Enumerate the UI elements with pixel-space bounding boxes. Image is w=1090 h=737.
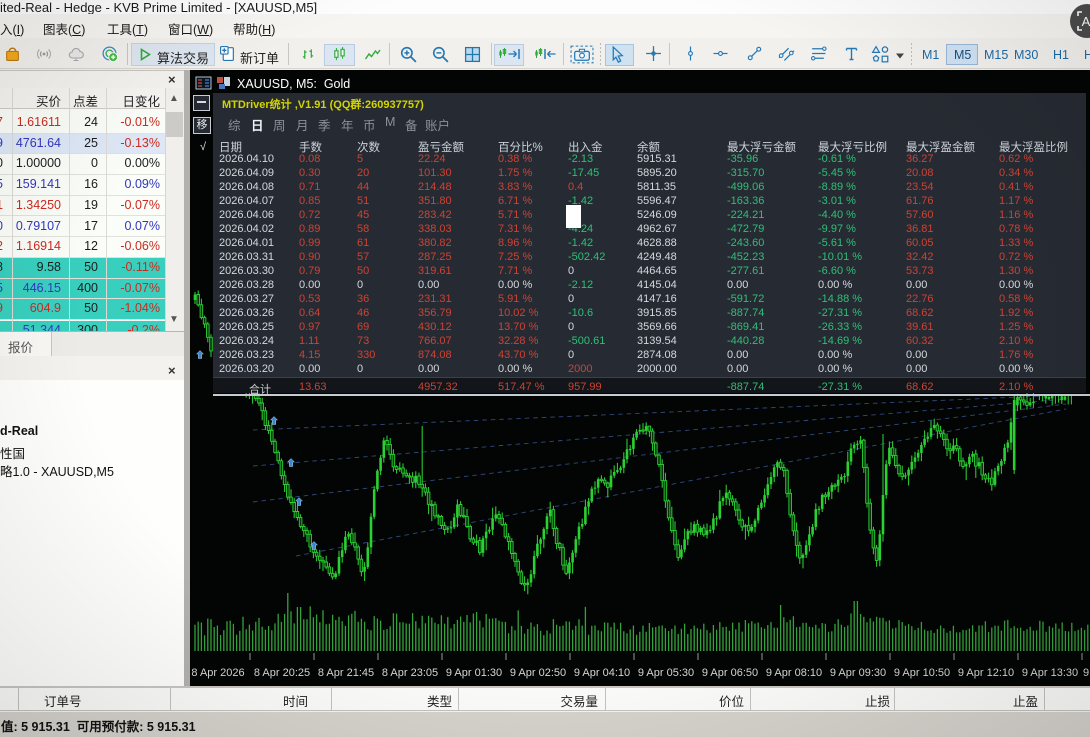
svg-text:8 Apr 2026: 8 Apr 2026 <box>191 667 244 679</box>
svg-text:9 Apr 05:30: 9 Apr 05:30 <box>638 667 694 679</box>
svg-text:9 Apr 13:30: 9 Apr 13:30 <box>1022 667 1078 679</box>
svg-text:8 Apr 20:25: 8 Apr 20:25 <box>254 667 310 679</box>
svg-text:8 Apr 23:05: 8 Apr 23:05 <box>382 667 438 679</box>
svg-text:8 Apr 21:45: 8 Apr 21:45 <box>318 667 374 679</box>
svg-text:XAUUSD, M5: Gold: XAUUSD, M5: Gold <box>237 77 350 91</box>
svg-text:9 Apr 09:30: 9 Apr 09:30 <box>830 667 886 679</box>
svg-text:9 Apr 02:50: 9 Apr 02:50 <box>510 667 566 679</box>
svg-text:9 Apr 10:50: 9 Apr 10:50 <box>894 667 950 679</box>
svg-text:A: A <box>1082 14 1090 29</box>
svg-text:9 Apr 01:30: 9 Apr 01:30 <box>446 667 502 679</box>
svg-text:9 Apr 08:10: 9 Apr 08:10 <box>766 667 822 679</box>
svg-text:9 Apr 12:10: 9 Apr 12:10 <box>958 667 1014 679</box>
svg-text:9: 9 <box>1083 667 1089 679</box>
svg-text:9 Apr 04:10: 9 Apr 04:10 <box>574 667 630 679</box>
svg-text:9 Apr 06:50: 9 Apr 06:50 <box>702 667 758 679</box>
